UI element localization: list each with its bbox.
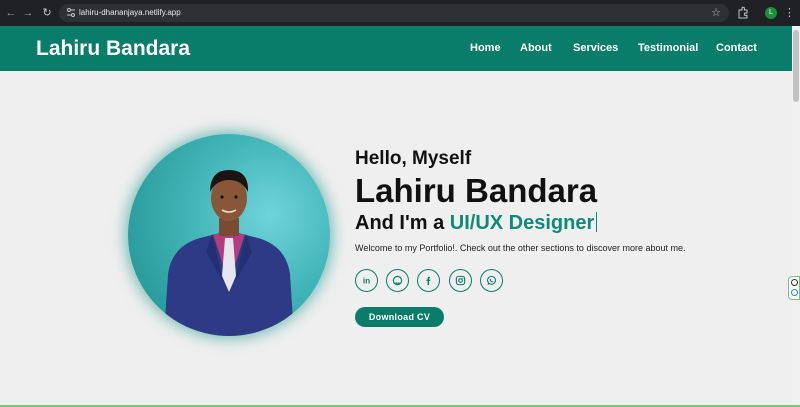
forward-icon[interactable]: → bbox=[21, 0, 35, 26]
hero-greeting: Hello, Myself bbox=[355, 148, 472, 169]
widget-icon[interactable] bbox=[791, 289, 798, 296]
extensions-icon[interactable] bbox=[737, 6, 749, 19]
site-header: Lahiru Bandara Home About Services Testi… bbox=[0, 26, 800, 71]
close-icon[interactable] bbox=[791, 279, 798, 286]
github-icon[interactable] bbox=[386, 269, 409, 292]
scrollbar-thumb[interactable] bbox=[793, 30, 799, 102]
hero-welcome-text: Welcome to my Portfolio!. Check out the … bbox=[355, 243, 686, 253]
browser-toolbar: ← → ↻ lahiru-dhananjaya.netlify.app ☆ L … bbox=[0, 0, 800, 26]
nav-contact[interactable]: Contact bbox=[716, 26, 757, 71]
back-icon[interactable]: ← bbox=[4, 0, 18, 26]
role-text: UI/UX Designer bbox=[449, 212, 595, 234]
whatsapp-icon[interactable] bbox=[480, 269, 503, 292]
download-cv-button[interactable]: Download CV bbox=[355, 307, 444, 327]
hero-name: Lahiru Bandara bbox=[355, 172, 598, 209]
brand-logo[interactable]: Lahiru Bandara bbox=[36, 26, 190, 71]
site-info-icon[interactable] bbox=[66, 7, 76, 19]
facebook-icon[interactable] bbox=[417, 269, 440, 292]
svg-text:in: in bbox=[363, 277, 370, 286]
menu-icon[interactable]: ⋮ bbox=[784, 0, 795, 26]
nav-services[interactable]: Services bbox=[573, 26, 618, 71]
role-prefix: And I'm a bbox=[355, 212, 450, 234]
person-illustration bbox=[164, 170, 294, 336]
linkedin-icon[interactable]: in bbox=[355, 269, 378, 292]
instagram-icon[interactable] bbox=[449, 269, 472, 292]
reload-icon[interactable]: ↻ bbox=[40, 0, 54, 26]
address-bar[interactable]: lahiru-dhananjaya.netlify.app ☆ bbox=[59, 4, 729, 22]
url-text: lahiru-dhananjaya.netlify.app bbox=[79, 8, 181, 17]
nav-testimonial[interactable]: Testimonial bbox=[638, 26, 698, 71]
hero-role-line: And I'm a UI/UX Designer bbox=[355, 212, 598, 235]
nav-home[interactable]: Home bbox=[470, 26, 501, 71]
profile-photo bbox=[128, 134, 330, 336]
floating-widget[interactable] bbox=[788, 276, 800, 300]
star-icon[interactable]: ☆ bbox=[711, 4, 721, 22]
profile-avatar[interactable]: L bbox=[765, 7, 777, 19]
nav-about[interactable]: About bbox=[520, 26, 552, 71]
typing-caret bbox=[596, 212, 598, 232]
